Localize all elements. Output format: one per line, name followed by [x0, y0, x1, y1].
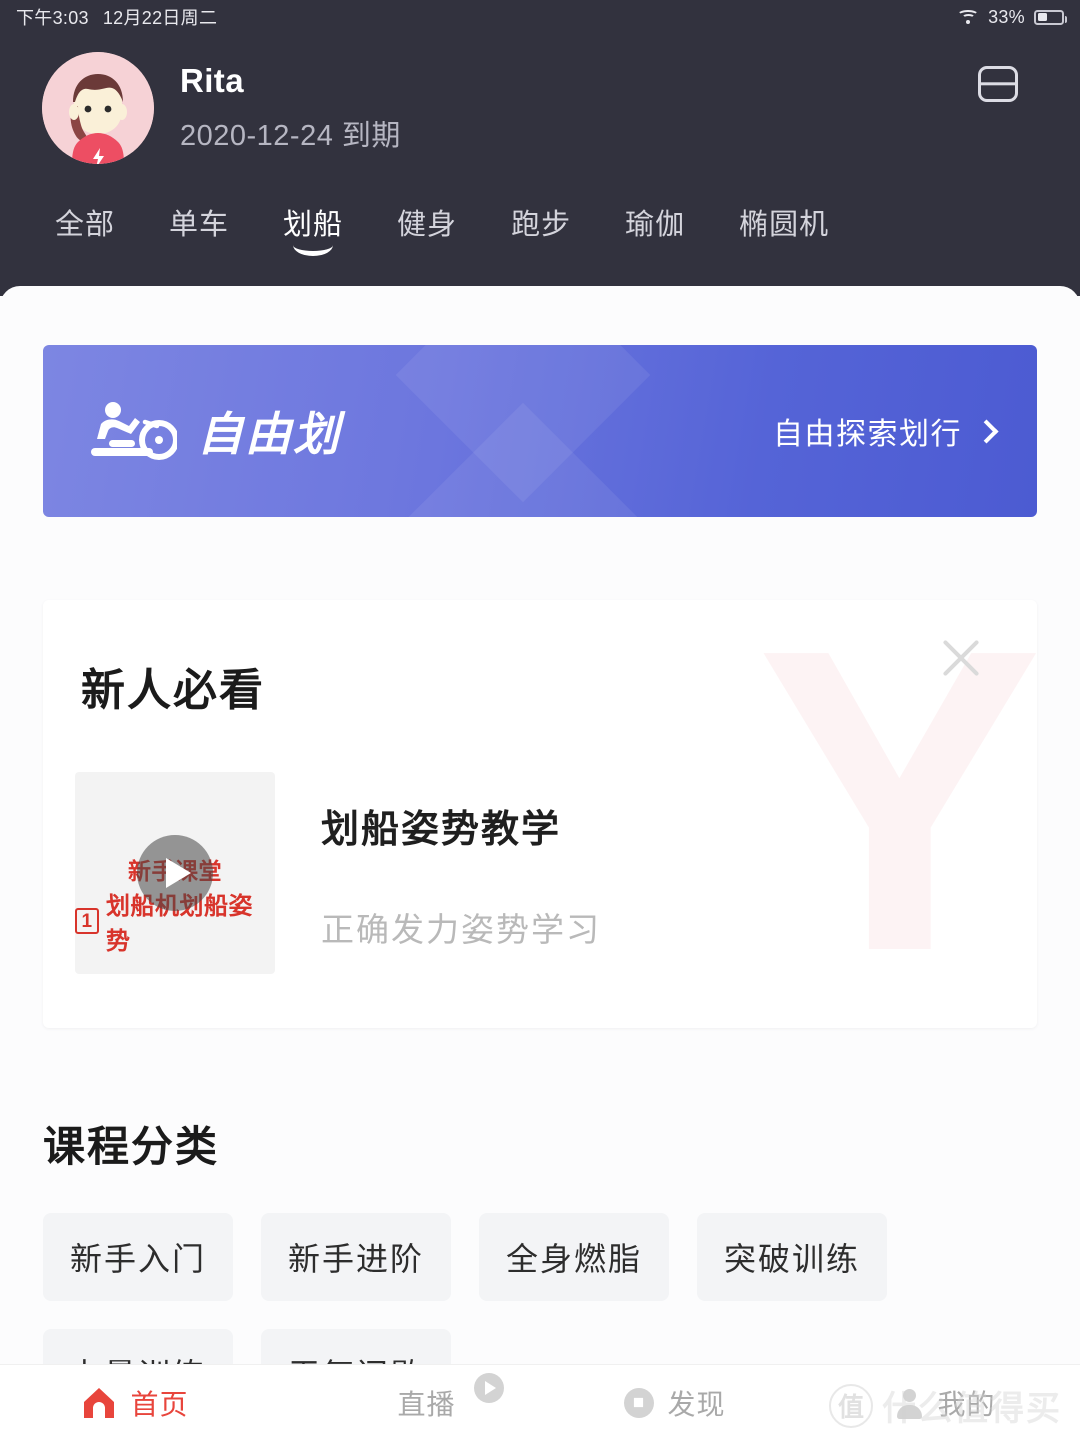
- tab-all[interactable]: 全部: [28, 198, 142, 252]
- battery-icon: [1034, 9, 1067, 25]
- chevron-right-icon: [974, 418, 999, 444]
- tabbar-label: 我的: [937, 1388, 996, 1420]
- tab-label: 椭圆机: [739, 209, 830, 241]
- bottom-tab-bar: 首页 直播 发现 我的: [0, 1364, 1080, 1440]
- tabbar-item-discover[interactable]: 发现: [540, 1383, 810, 1423]
- user-profile[interactable]: Rita 2020-12-24 到期: [42, 52, 401, 164]
- category-tabs: 全部 单车 划船 健身 跑步 瑜伽 椭圆机: [0, 198, 1080, 256]
- lesson-text: 划船姿势教学 正确发力姿势学习: [321, 772, 601, 951]
- tabbar-label: 直播: [397, 1388, 456, 1420]
- card-watermark: Y: [756, 600, 1037, 1028]
- banner-decor-shape: [395, 402, 651, 517]
- chip-label: 新手入门: [69, 1241, 206, 1277]
- close-icon[interactable]: [933, 630, 989, 686]
- home-icon: [81, 1387, 117, 1419]
- scan-card-icon[interactable]: [978, 66, 1018, 102]
- tab-yoga[interactable]: 瑜伽: [598, 198, 712, 252]
- status-bar-right: 33%: [957, 6, 1067, 28]
- tab-fitness[interactable]: 健身: [370, 198, 484, 252]
- beginner-must-watch-card: Y 新人必看 新手课堂 1 划船机划船姿势 划船姿势教学 正确发力姿势学习: [43, 600, 1037, 1028]
- thumbnail-number: 1: [75, 908, 99, 934]
- banner-left: 自由划: [85, 345, 341, 517]
- chip-full-body-burn[interactable]: 全身燃脂: [479, 1213, 669, 1301]
- tab-label: 单车: [169, 209, 230, 241]
- avatar[interactable]: [42, 52, 154, 164]
- compass-icon: [624, 1387, 655, 1418]
- banner-title: 自由划: [197, 408, 341, 460]
- tab-label: 健身: [397, 209, 458, 241]
- tab-active-underline: [293, 243, 334, 256]
- profile-text: Rita 2020-12-24 到期: [180, 62, 401, 154]
- app-root: 下午3:03 12月22日周二 33% Rita 2020-12-24 到期 全…: [0, 0, 1080, 1440]
- tab-running[interactable]: 跑步: [484, 198, 598, 252]
- chip-label: 突破训练: [723, 1241, 860, 1277]
- person-icon: [894, 1388, 924, 1419]
- chip-label: 全身燃脂: [505, 1241, 642, 1277]
- tab-label: 全部: [55, 209, 116, 241]
- rowing-machine-icon: [85, 400, 179, 462]
- app-header: 下午3:03 12月22日周二 33% Rita 2020-12-24 到期 全…: [0, 0, 1080, 296]
- live-play-icon: [474, 1372, 505, 1403]
- tabbar-label: 发现: [667, 1388, 726, 1420]
- play-icon[interactable]: [137, 835, 213, 911]
- lesson-thumbnail[interactable]: 新手课堂 1 划船机划船姿势: [75, 772, 275, 974]
- banner-cta-label: 自由探索划行: [773, 418, 962, 451]
- wifi-icon: [957, 9, 980, 25]
- tab-label: 瑜伽: [625, 209, 686, 241]
- lesson-row[interactable]: 新手课堂 1 划船机划船姿势 划船姿势教学 正确发力姿势学习: [75, 772, 601, 974]
- tabbar-item-home[interactable]: 首页: [0, 1383, 270, 1423]
- free-row-banner[interactable]: 自由划 自由探索划行: [43, 345, 1037, 517]
- status-bar-left: 下午3:03 12月22日周二: [16, 4, 217, 30]
- tab-label: 划船: [283, 209, 344, 241]
- tab-label: 跑步: [511, 209, 572, 241]
- chip-breakthrough-training[interactable]: 突破训练: [697, 1213, 887, 1301]
- banner-cta[interactable]: 自由探索划行: [773, 345, 999, 517]
- status-date: 12月22日周二: [102, 8, 218, 28]
- categories-title: 课程分类: [43, 1123, 220, 1170]
- membership-expiry: 2020-12-24 到期: [180, 119, 401, 152]
- lesson-subtitle: 正确发力姿势学习: [321, 911, 601, 948]
- chip-label: 新手进阶: [287, 1241, 424, 1277]
- chip-beginner-advanced[interactable]: 新手进阶: [261, 1213, 451, 1301]
- tab-bike[interactable]: 单车: [142, 198, 256, 252]
- card-title: 新人必看: [81, 666, 265, 715]
- tabbar-item-mine[interactable]: 我的: [810, 1383, 1080, 1423]
- lesson-title: 划船姿势教学: [321, 809, 562, 851]
- tabbar-label: 首页: [130, 1388, 189, 1420]
- user-name: Rita: [180, 62, 244, 100]
- tabbar-item-live[interactable]: 直播: [270, 1372, 540, 1423]
- battery-percent-label: 33%: [988, 6, 1025, 27]
- tab-elliptical[interactable]: 椭圆机: [712, 198, 856, 252]
- tab-rowing[interactable]: 划船: [256, 198, 370, 256]
- status-bar: 下午3:03 12月22日周二 33%: [0, 0, 1080, 34]
- status-time: 下午3:03: [16, 8, 89, 28]
- chip-beginner-intro[interactable]: 新手入门: [43, 1213, 233, 1301]
